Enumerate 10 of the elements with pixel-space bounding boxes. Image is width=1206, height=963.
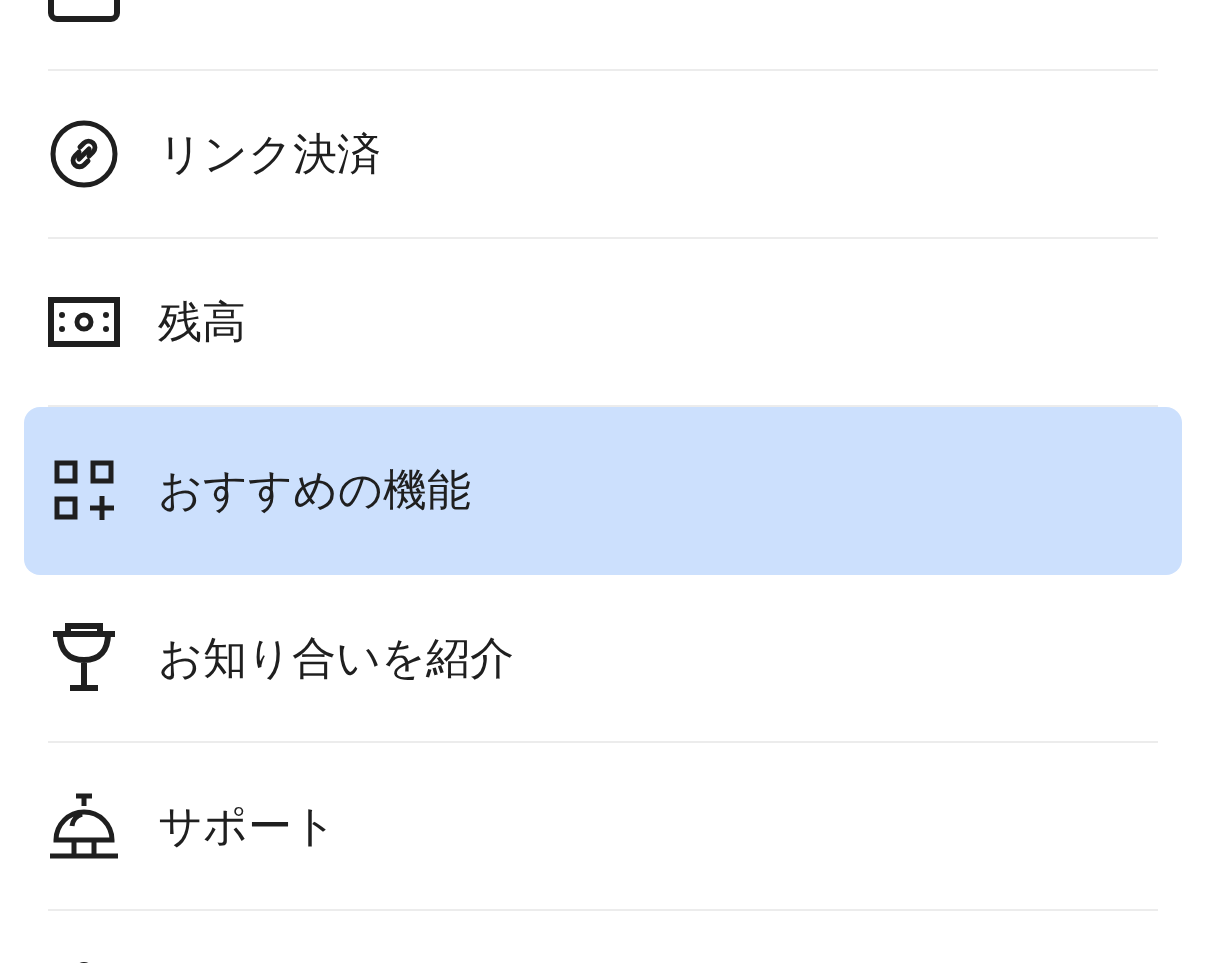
menu-item-label: お知り合いを紹介 (158, 630, 514, 685)
link-icon (48, 118, 120, 190)
menu-item-label: おすすめの機能 (158, 462, 471, 517)
menu-item[interactable]: リンク決済 (24, 71, 1182, 239)
menu-item-label: 残高 (158, 294, 246, 349)
menu-item-label: サポート (158, 798, 337, 853)
menu-item-label: リンク決済 (158, 126, 381, 181)
menu-item[interactable]: お知り合いを紹介 (24, 575, 1182, 743)
menu-item[interactable]: サポート (24, 743, 1182, 911)
menu-item[interactable]: おすすめの機能 (24, 407, 1182, 575)
